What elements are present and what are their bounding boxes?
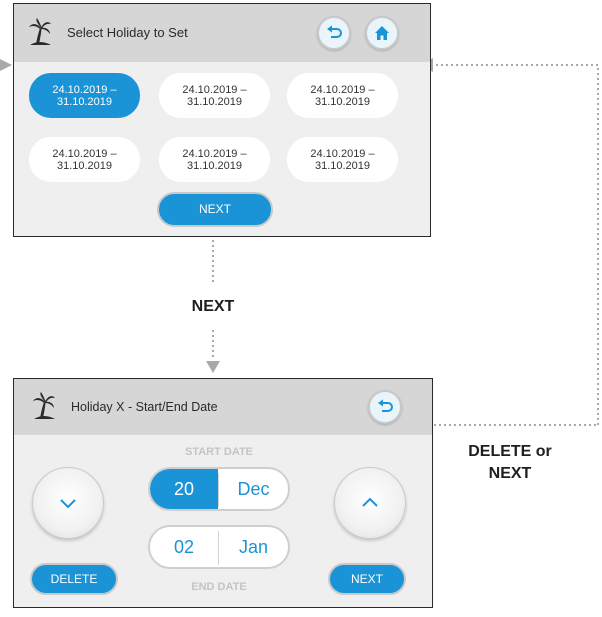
caption-line2: NEXT <box>488 465 532 482</box>
delete-or-next-label: DELETE or NEXT <box>445 441 575 485</box>
next-button[interactable]: NEXT <box>328 563 406 595</box>
end-date-label: END DATE <box>191 581 247 593</box>
back-button[interactable] <box>368 390 402 424</box>
holiday-option[interactable]: 24.10.2019 – 31.10.2019 <box>29 137 140 182</box>
end-day[interactable]: 02 <box>150 527 218 567</box>
end-month[interactable]: Jan <box>219 527 288 567</box>
arrow-down-head <box>206 361 220 373</box>
holiday-end: 31.10.2019 <box>186 160 243 172</box>
start-date-label: START DATE <box>184 446 254 458</box>
holiday-end: 31.10.2019 <box>186 96 243 108</box>
arrow-into-left-edge <box>0 59 12 71</box>
back-arrow-icon <box>378 399 393 412</box>
screen-title: Select Holiday to Set <box>67 25 188 40</box>
holiday-option[interactable]: 24.10.2019 – 31.10.2019 <box>287 137 398 182</box>
start-date-picker[interactable]: 20 Dec <box>148 467 290 511</box>
holiday-start: 24.10.2019 – <box>52 84 117 96</box>
title-bar: Select Holiday to Set <box>14 4 430 62</box>
home-icon <box>375 26 389 40</box>
holiday-option[interactable]: 24.10.2019 – 31.10.2019 <box>159 73 270 118</box>
start-day[interactable]: 20 <box>150 469 218 509</box>
decrease-button[interactable] <box>32 467 104 539</box>
chevron-up-icon <box>362 497 378 507</box>
increase-button[interactable] <box>334 467 406 539</box>
palm-tree-icon <box>29 18 51 45</box>
holiday-start: 24.10.2019 – <box>310 84 375 96</box>
holiday-end: 31.10.2019 <box>314 160 371 172</box>
holiday-start: 24.10.2019 – <box>182 148 247 160</box>
end-date-picker[interactable]: 02 Jan <box>148 525 290 569</box>
holiday-end: 31.10.2019 <box>56 160 113 172</box>
screen-title: Holiday X - Start/End Date <box>71 400 218 414</box>
next-button[interactable]: NEXT <box>157 192 273 227</box>
holiday-option[interactable]: 24.10.2019 – 31.10.2019 <box>159 137 270 182</box>
holiday-start: 24.10.2019 – <box>52 148 117 160</box>
palm-tree-icon <box>33 392 55 419</box>
holiday-end: 31.10.2019 <box>314 96 371 108</box>
holiday-date-screen: Holiday X - Start/End Date START DATE 20… <box>13 378 433 608</box>
home-button[interactable] <box>365 16 399 50</box>
chevron-down-icon <box>60 499 76 509</box>
delete-button[interactable]: DELETE <box>30 563 118 595</box>
holiday-option[interactable]: 24.10.2019 – 31.10.2019 <box>29 73 140 118</box>
select-holiday-screen: Select Holiday to Set 24.10.2019 – 31.10… <box>13 3 431 237</box>
holiday-option[interactable]: 24.10.2019 – 31.10.2019 <box>287 73 398 118</box>
back-button[interactable] <box>317 16 351 50</box>
start-month[interactable]: Dec <box>219 469 288 509</box>
caption-line1: DELETE or <box>468 443 552 460</box>
back-arrow-icon <box>327 25 342 38</box>
next-transition-label: NEXT <box>191 298 235 315</box>
title-bar: Holiday X - Start/End Date <box>14 379 432 435</box>
holiday-start: 24.10.2019 – <box>182 84 247 96</box>
holiday-end: 31.10.2019 <box>56 96 113 108</box>
holiday-start: 24.10.2019 – <box>310 148 375 160</box>
